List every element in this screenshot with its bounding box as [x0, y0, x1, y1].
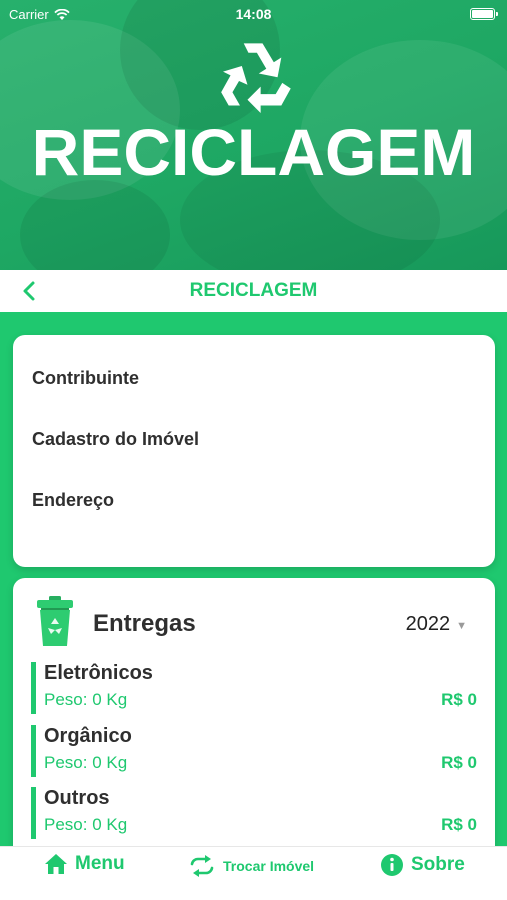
accent-bar — [31, 725, 36, 777]
tab-swap-property[interactable]: Trocar Imóvel — [188, 855, 314, 877]
tab-menu-label: Menu — [75, 853, 125, 874]
year-value: 2022 — [405, 613, 451, 635]
chevron-left-icon[interactable] — [18, 279, 42, 303]
status-bar: Carrier 14:08 — [0, 0, 507, 28]
accent-bar — [31, 662, 36, 714]
tab-swap-label: Trocar Imóvel — [223, 858, 315, 874]
property-registration-label: Cadastro do Imóvel — [32, 429, 200, 449]
year-selector[interactable]: 2022 ▼ — [406, 613, 467, 636]
tab-bar: Menu Trocar Imóvel Sobre — [0, 846, 507, 900]
page-title: RECICLAGEM — [189, 280, 318, 301]
deliveries-card: Entregas 2022 ▼ Eletrônicos Peso: 0 Kg R… — [13, 578, 495, 878]
delivery-item-name: Eletrônicos — [44, 662, 153, 684]
tab-about[interactable]: Sobre — [380, 853, 465, 877]
contributor-label: Contribuinte — [32, 368, 139, 388]
caret-down-icon: ▼ — [456, 619, 467, 632]
tab-menu[interactable]: Menu — [44, 853, 125, 875]
delivery-item-weight: Peso: 0 Kg — [44, 753, 128, 772]
tab-about-label: Sobre — [411, 854, 465, 875]
home-icon — [45, 854, 67, 874]
info-icon — [381, 854, 403, 876]
swap-arrows-icon — [190, 855, 214, 877]
deliveries-title: Entregas — [93, 610, 196, 637]
delivery-item-name: Outros — [44, 787, 110, 809]
recycle-bin-icon — [37, 596, 73, 646]
property-info-card: Contribuinte Cadastro do Imóvel Endereço — [13, 335, 495, 567]
accent-bar — [31, 787, 36, 839]
delivery-item-weight: Peso: 0 Kg — [44, 815, 128, 834]
delivery-item-name: Orgânico — [44, 725, 132, 747]
clock: 14:08 — [235, 6, 272, 22]
hero-title: RECICLAGEM — [31, 115, 476, 189]
delivery-item-price: R$ 0 — [441, 815, 477, 834]
delivery-item: Outros Peso: 0 Kg R$ 0 — [31, 787, 477, 839]
navigation-bar: RECICLAGEM — [0, 270, 507, 312]
delivery-item: Eletrônicos Peso: 0 Kg R$ 0 — [31, 662, 477, 714]
delivery-item: Orgânico Peso: 0 Kg R$ 0 — [31, 725, 477, 777]
delivery-item-price: R$ 0 — [441, 690, 477, 709]
battery-icon — [470, 8, 498, 20]
hero-banner: RECICLAGEM — [0, 0, 507, 270]
delivery-item-price: R$ 0 — [441, 753, 477, 772]
address-label: Endereço — [32, 490, 115, 510]
delivery-item-weight: Peso: 0 Kg — [44, 690, 128, 709]
